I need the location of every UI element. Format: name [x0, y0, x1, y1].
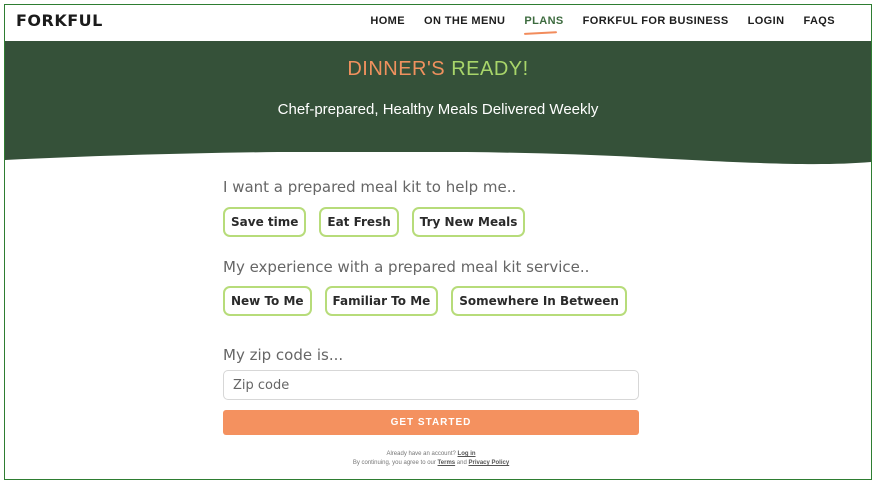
account-prompt-text: Already have an account?: [386, 451, 456, 457]
option-familiar-to-me[interactable]: Familiar To Me: [324, 286, 439, 316]
nav-home[interactable]: HOME: [370, 14, 405, 28]
goal-options: Save time Eat Fresh Try New Meals: [223, 207, 538, 237]
hero-subtitle: Chef-prepared, Healthy Meals Delivered W…: [277, 101, 599, 118]
question-goal: I want a prepared meal kit to help me..: [223, 178, 517, 196]
page-frame: FORKFUL HOME ON THE MENU PLANS FORKFUL F…: [4, 4, 872, 480]
nav-login[interactable]: LOGIN: [748, 14, 785, 28]
forkful-logo[interactable]: FORKFUL: [16, 11, 103, 30]
hero-title-part2: READY!: [451, 58, 529, 80]
hero-banner: DINNER'S READY! Chef-prepared, Healthy M…: [5, 41, 871, 170]
login-link[interactable]: Log in: [458, 451, 476, 457]
agree-text: By continuing, you agree to our: [352, 460, 436, 466]
hero-title-part1: DINNER'S: [347, 58, 446, 80]
option-somewhere-in-between[interactable]: Somewhere In Between: [451, 286, 627, 316]
login-prompt: Already have an account? Log in: [223, 451, 639, 457]
nav-links: HOME ON THE MENU PLANS FORKFUL FOR BUSIN…: [351, 14, 835, 28]
option-eat-fresh[interactable]: Eat Fresh: [319, 207, 399, 237]
option-try-new-meals[interactable]: Try New Meals: [411, 207, 526, 237]
nav-plans[interactable]: PLANS: [524, 14, 563, 28]
question-experience: My experience with a prepared meal kit s…: [223, 258, 590, 276]
nav-faqs[interactable]: FAQS: [803, 14, 835, 28]
option-new-to-me[interactable]: New To Me: [223, 286, 312, 316]
hero-title: DINNER'S READY!: [5, 58, 871, 81]
terms-link[interactable]: Terms: [438, 460, 456, 466]
legal-notice: By continuing, you agree to our Terms an…: [223, 460, 639, 466]
privacy-policy-link[interactable]: Privacy Policy: [468, 460, 509, 466]
top-nav: FORKFUL HOME ON THE MENU PLANS FORKFUL F…: [5, 5, 871, 41]
zip-code-input[interactable]: [223, 370, 639, 400]
get-started-button[interactable]: GET STARTED: [223, 410, 639, 435]
hero-wave-divider: [5, 152, 871, 170]
option-save-time[interactable]: Save time: [223, 207, 307, 237]
experience-options: New To Me Familiar To Me Somewhere In Be…: [223, 286, 640, 316]
question-zip: My zip code is...: [223, 346, 344, 364]
nav-on-the-menu[interactable]: ON THE MENU: [424, 14, 505, 28]
nav-forkful-for-business[interactable]: FORKFUL FOR BUSINESS: [583, 14, 729, 28]
and-text: and: [456, 460, 467, 466]
